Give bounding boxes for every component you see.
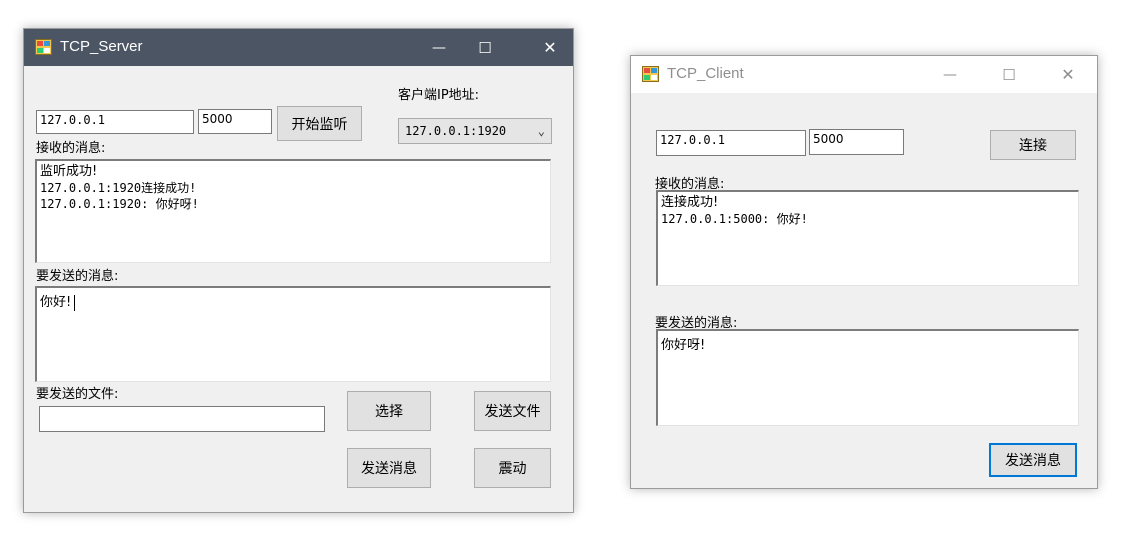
client-ip-label: 客户端IP地址: xyxy=(398,88,480,103)
server-send-label: 要发送的消息: xyxy=(36,269,119,284)
received-line: 127.0.0.1:1920: 你好呀! xyxy=(40,197,199,211)
client-port-input[interactable]: 5000 xyxy=(809,129,904,155)
server-file-label: 要发送的文件: xyxy=(36,387,119,402)
server-received-label: 接收的消息: xyxy=(36,141,106,156)
maximize-icon[interactable]: ☐ xyxy=(986,56,1032,93)
server-received-textarea[interactable]: 监听成功! 127.0.0.1:1920连接成功! 127.0.0.1:1920… xyxy=(35,159,551,263)
send-text: 你好! xyxy=(40,295,72,310)
server-window: TCP_Server — ☐ ✕ 客户端IP地址: 127.0.0.1 5000… xyxy=(23,28,574,513)
client-ip-input[interactable]: 127.0.0.1 xyxy=(656,130,806,156)
client-ip-select[interactable]: 127.0.0.1:1920 ⌄ xyxy=(398,118,552,144)
chevron-down-icon: ⌄ xyxy=(537,124,545,138)
close-icon[interactable]: ✕ xyxy=(527,29,573,66)
shake-button[interactable]: 震动 xyxy=(474,448,551,488)
maximize-icon[interactable]: ☐ xyxy=(462,29,508,66)
server-file-input[interactable] xyxy=(39,406,325,432)
connect-button[interactable]: 连接 xyxy=(990,130,1076,160)
client-title: TCP_Client xyxy=(667,65,744,82)
received-line: 127.0.0.1:5000: 你好! xyxy=(661,212,808,226)
app-icon xyxy=(35,39,52,55)
client-received-textarea[interactable]: 连接成功! 127.0.0.1:5000: 你好! xyxy=(656,190,1079,286)
client-send-message-button[interactable]: 发送消息 xyxy=(989,443,1077,477)
received-line: 连接成功! xyxy=(661,195,719,210)
received-line: 127.0.0.1:1920连接成功! xyxy=(40,181,197,195)
app-icon xyxy=(642,66,659,82)
start-listen-button[interactable]: 开始监听 xyxy=(277,106,362,141)
server-title: TCP_Server xyxy=(60,38,143,55)
client-ip-select-value: 127.0.0.1:1920 xyxy=(405,124,507,138)
minimize-icon[interactable]: — xyxy=(416,29,462,66)
server-ip-input[interactable]: 127.0.0.1 xyxy=(36,110,194,134)
minimize-icon[interactable]: — xyxy=(927,56,973,93)
client-window: TCP_Client — ☐ ✕ 127.0.0.1 5000 连接 接收的消息… xyxy=(630,55,1098,489)
send-file-button[interactable]: 发送文件 xyxy=(474,391,551,431)
choose-file-button[interactable]: 选择 xyxy=(347,391,431,431)
client-send-textarea[interactable]: 你好呀! xyxy=(656,329,1079,426)
text-caret xyxy=(74,294,76,311)
client-titlebar[interactable]: TCP_Client — ☐ ✕ xyxy=(631,56,1097,93)
send-text: 你好呀! xyxy=(661,338,706,353)
server-send-textarea[interactable]: 你好! xyxy=(35,286,551,382)
server-port-input[interactable]: 5000 xyxy=(198,109,272,134)
server-titlebar[interactable]: TCP_Server — ☐ ✕ xyxy=(24,29,573,66)
send-message-button[interactable]: 发送消息 xyxy=(347,448,431,488)
close-icon[interactable]: ✕ xyxy=(1045,56,1091,93)
received-line: 监听成功! xyxy=(40,164,98,179)
